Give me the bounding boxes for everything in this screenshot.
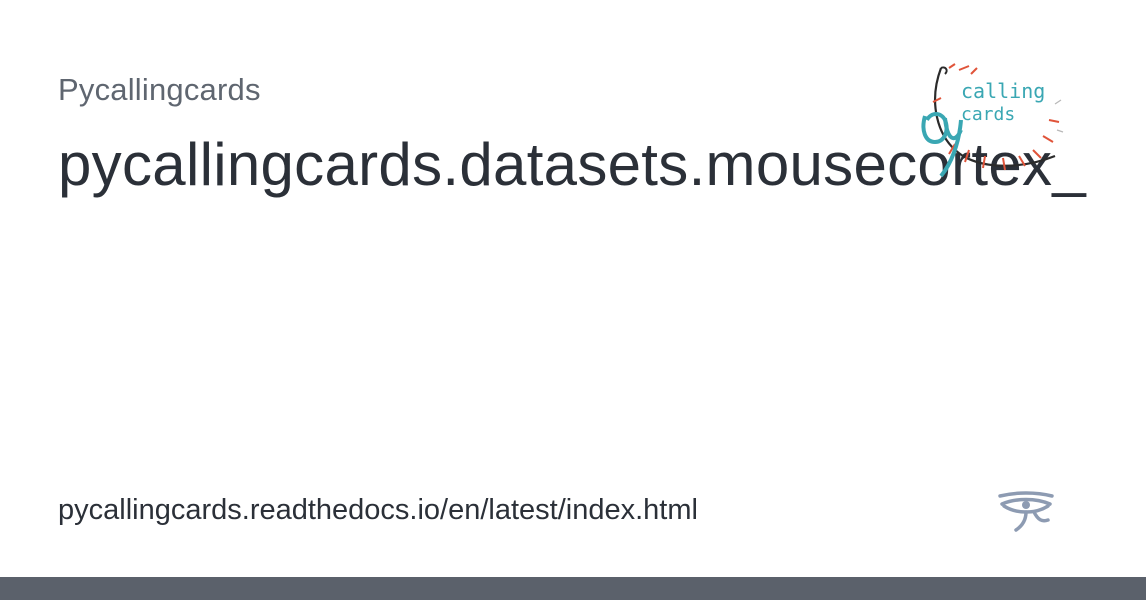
eye-of-horus-icon [996,490,1056,534]
page-url: pycallingcards.readthedocs.io/en/latest/… [58,494,698,526]
footer-bar [0,577,1146,600]
logo-text-calling: calling [961,79,1045,103]
site-name: Pycallingcards [58,72,261,107]
pycallingcards-logo-icon: calling cards [921,63,1064,178]
social-preview-card: Pycallingcards pycallingcards.datasets.m… [0,0,1146,600]
pycallingcards-logo: calling cards [915,60,1065,190]
logo-text-cards: cards [961,104,1015,125]
